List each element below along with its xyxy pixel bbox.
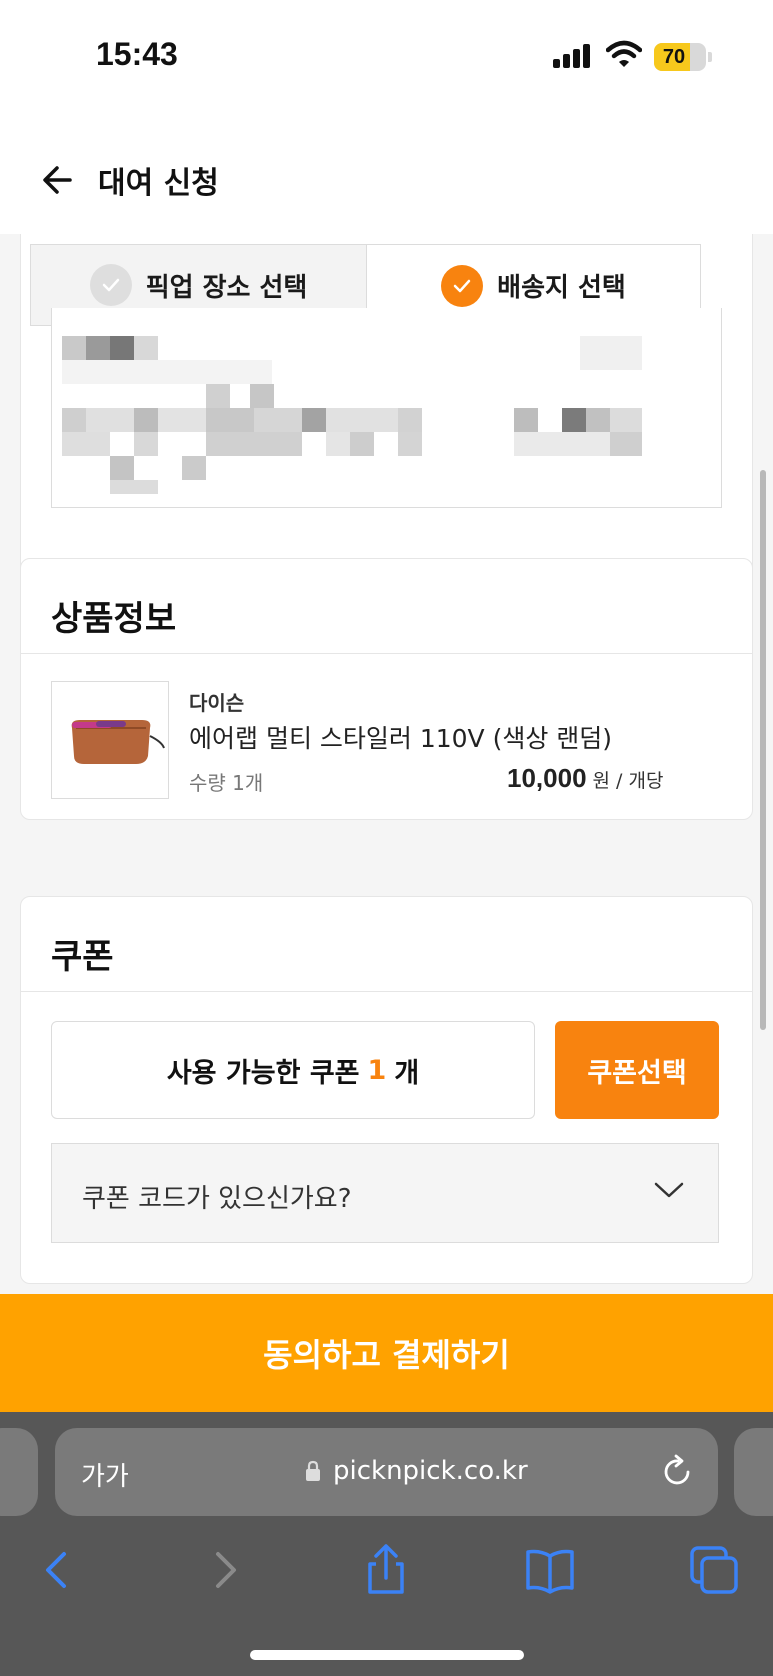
product-quantity: 수량 1개 bbox=[189, 771, 264, 795]
available-coupons: 사용 가능한 쿠폰 1 개 bbox=[51, 1021, 535, 1119]
forward-icon[interactable] bbox=[196, 1542, 252, 1598]
price-unit: 원 / 개당 bbox=[592, 770, 664, 792]
product-price: 10,000 원 / 개당 bbox=[507, 763, 663, 794]
redacted-address bbox=[62, 332, 652, 494]
check-icon bbox=[89, 264, 132, 306]
status-time: 15:43 bbox=[96, 36, 178, 72]
wifi-icon bbox=[606, 40, 642, 67]
available-coupons-suffix: 개 bbox=[394, 1057, 420, 1089]
arrow-left-icon[interactable] bbox=[38, 158, 82, 202]
address-box bbox=[51, 308, 722, 508]
divider bbox=[21, 991, 752, 992]
page-title: 대여 신청 bbox=[98, 166, 219, 201]
available-coupons-prefix: 사용 가능한 쿠폰 bbox=[166, 1057, 360, 1089]
browser-chrome: 가가 picknpick.co.kr bbox=[0, 1412, 773, 1676]
lock-icon bbox=[306, 1460, 320, 1481]
previous-tab-preview[interactable] bbox=[0, 1428, 38, 1516]
tabs-icon[interactable] bbox=[686, 1542, 742, 1598]
battery-indicator: 70 bbox=[654, 43, 706, 71]
tab-delivery-label: 배송지 선택 bbox=[497, 273, 626, 303]
coupon-code-label: 쿠폰 코드가 있으신가요? bbox=[82, 1184, 352, 1214]
product-info-card: 상품정보 다이슨 에어랩 멀티 스타일러 110V (색상 랜덤) 수량 1개 … bbox=[20, 558, 753, 820]
reader-mode-button[interactable]: 가가 bbox=[81, 1456, 129, 1493]
share-icon[interactable] bbox=[358, 1542, 414, 1598]
product-image bbox=[51, 681, 169, 799]
coupon-card: 쿠폰 사용 가능한 쿠폰 1 개 쿠폰선택 쿠폰 코드가 있으신가요? bbox=[20, 896, 753, 1284]
product-name: 에어랩 멀티 스타일러 110V (색상 랜덤) bbox=[189, 724, 613, 753]
price-value: 10,000 bbox=[507, 763, 587, 793]
coupon-code-toggle[interactable]: 쿠폰 코드가 있으신가요? bbox=[51, 1143, 719, 1243]
main-content[interactable]: 픽업 장소 선택 배송지 선택 상품정보 다이슨 에어랩 멀티 스타일러 110… bbox=[0, 234, 773, 1294]
product-section-title: 상품정보 bbox=[51, 599, 177, 639]
battery-tip bbox=[708, 52, 712, 62]
coupon-select-button[interactable]: 쿠폰선택 bbox=[555, 1021, 719, 1119]
url-display: picknpick.co.kr bbox=[305, 1456, 528, 1486]
agree-and-pay-button[interactable]: 동의하고 결제하기 bbox=[0, 1294, 773, 1412]
divider bbox=[21, 653, 752, 654]
product-brand: 다이슨 bbox=[189, 691, 245, 715]
available-coupons-count: 1 bbox=[367, 1054, 387, 1086]
url-text: picknpick.co.kr bbox=[333, 1456, 528, 1486]
back-icon[interactable] bbox=[30, 1542, 86, 1598]
next-tab-preview[interactable] bbox=[734, 1428, 773, 1516]
home-indicator bbox=[250, 1650, 524, 1660]
page-header: 대여 신청 bbox=[0, 110, 773, 234]
battery-level: 70 bbox=[662, 46, 686, 68]
check-icon bbox=[441, 264, 484, 307]
bookmarks-icon[interactable] bbox=[522, 1542, 578, 1598]
status-bar: 15:43 70 bbox=[0, 0, 773, 110]
signal-icon bbox=[553, 44, 590, 68]
scrollbar[interactable] bbox=[760, 470, 766, 1030]
tab-pickup-label: 픽업 장소 선택 bbox=[145, 272, 308, 303]
chevron-down-icon bbox=[654, 1182, 684, 1198]
url-bar[interactable]: 가가 picknpick.co.kr bbox=[55, 1428, 718, 1516]
reload-icon[interactable] bbox=[662, 1454, 694, 1488]
coupon-section-title: 쿠폰 bbox=[51, 937, 114, 977]
